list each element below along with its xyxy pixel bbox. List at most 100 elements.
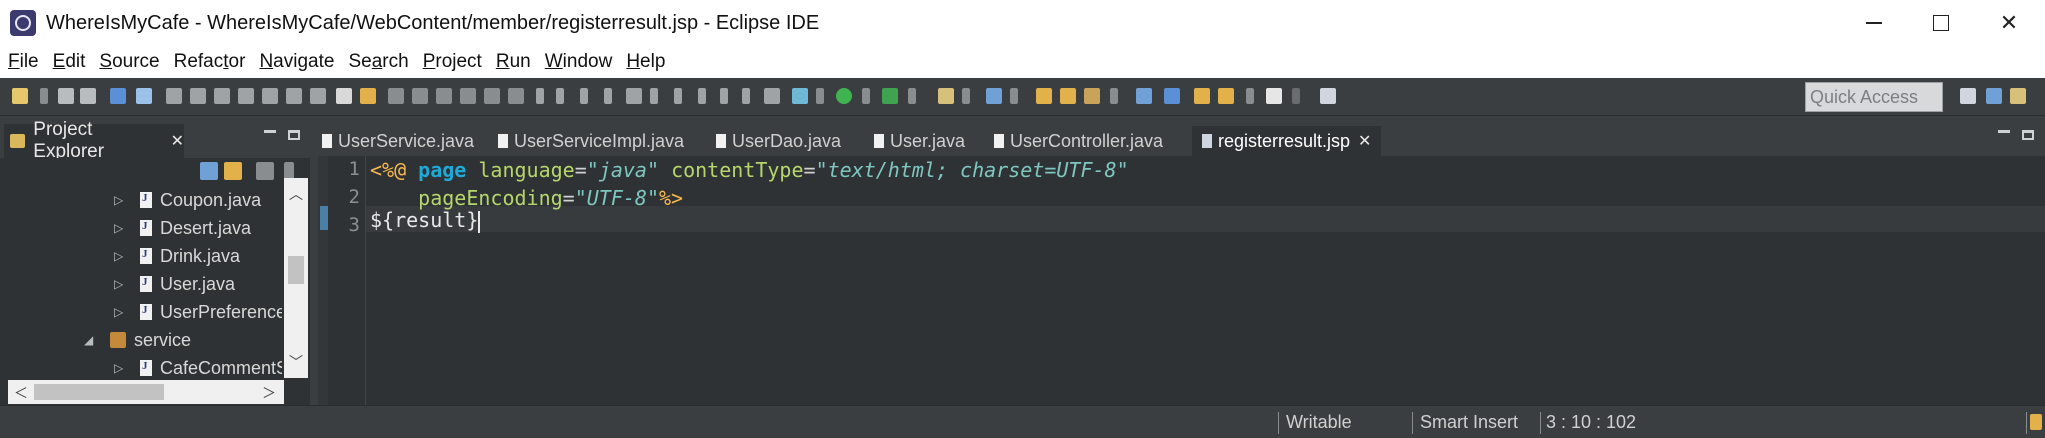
marker-icon-10[interactable]: [742, 88, 750, 104]
step-into-icon[interactable]: [262, 88, 278, 104]
tab-user-java[interactable]: User.java: [874, 126, 965, 156]
resume-icon[interactable]: [166, 88, 182, 104]
explorer-vertical-scrollbar[interactable]: ︿ ﹀: [284, 178, 308, 378]
expand-arrow-icon[interactable]: ▷: [114, 361, 128, 375]
expand-arrow-icon[interactable]: ▷: [114, 305, 128, 319]
scroll-up-icon[interactable]: ︿: [289, 184, 303, 204]
tree-item[interactable]: ▷ CafeCommentSe: [114, 354, 282, 376]
scroll-down-icon[interactable]: ﹀: [289, 352, 303, 372]
terminate-icon[interactable]: [214, 88, 230, 104]
menu-search[interactable]: Search: [348, 51, 408, 73]
menu-project[interactable]: Project: [423, 51, 482, 73]
external-tools-icon[interactable]: [882, 88, 898, 104]
tree-item[interactable]: ◢ service: [84, 326, 191, 354]
layout-icon-6[interactable]: [508, 88, 524, 104]
open-folder-icon[interactable]: [1036, 88, 1052, 104]
open-perspective-icon[interactable]: [1960, 88, 1976, 104]
open-type-icon[interactable]: [360, 88, 376, 104]
scroll-thumb[interactable]: [288, 256, 304, 284]
server-dropdown-icon[interactable]: [962, 88, 970, 104]
tree-item[interactable]: ▷ User.java: [114, 270, 235, 298]
tab-usercontroller-java[interactable]: UserController.java: [994, 126, 1163, 156]
tab-userservice-java[interactable]: UserService.java: [322, 126, 474, 156]
filter-icon[interactable]: [256, 162, 274, 180]
marker-icon-4[interactable]: [604, 88, 612, 104]
explorer-horizontal-scrollbar[interactable]: ＜ ＞: [8, 380, 284, 404]
new-web-icon[interactable]: [986, 88, 1002, 104]
menu-file[interactable]: File: [8, 51, 39, 73]
disconnect-icon[interactable]: [238, 88, 254, 104]
terminal-icon[interactable]: [110, 88, 126, 104]
code-editor[interactable]: <%@ page language="java" contentType="te…: [366, 156, 2045, 405]
expand-arrow-icon[interactable]: ▷: [114, 193, 128, 207]
collapse-arrow-icon[interactable]: ◢: [84, 333, 98, 347]
layout-icon-5[interactable]: [484, 88, 500, 104]
brush-icon[interactable]: [1084, 88, 1100, 104]
back-dropdown-icon[interactable]: [1246, 88, 1254, 104]
collapse-all-icon[interactable]: [200, 162, 218, 180]
debug-dropdown-icon[interactable]: [816, 88, 824, 104]
save-icon[interactable]: [58, 88, 74, 104]
marker-icon-1[interactable]: [536, 88, 544, 104]
tab-close-icon[interactable]: ✕: [1358, 131, 1371, 151]
tree-item[interactable]: ▷ Desert.java: [114, 214, 251, 242]
close-button[interactable]: ✕: [1974, 0, 2044, 46]
globe-icon[interactable]: [1136, 88, 1152, 104]
java-ee-perspective-icon[interactable]: [1986, 88, 2002, 104]
marker-icon-3[interactable]: [580, 88, 588, 104]
previous-annotation-icon[interactable]: [1194, 88, 1210, 104]
tab-userserviceimpl-java[interactable]: UserServiceImpl.java: [498, 126, 684, 156]
menu-navigate[interactable]: Navigate: [259, 51, 334, 73]
java-perspective-icon[interactable]: [2010, 88, 2026, 104]
marker-icon-7[interactable]: [674, 88, 682, 104]
explorer-minimize-icon[interactable]: [264, 130, 276, 133]
step-return-icon[interactable]: [310, 88, 326, 104]
back-icon[interactable]: [1218, 88, 1234, 104]
layout-icon-4[interactable]: [460, 88, 476, 104]
new-server-icon[interactable]: [938, 88, 954, 104]
layout-icon-1[interactable]: [388, 88, 404, 104]
skip-breakpoints-icon[interactable]: [136, 88, 152, 104]
scroll-right-icon[interactable]: ＞: [262, 383, 276, 403]
menu-source[interactable]: Source: [99, 51, 159, 73]
marker-icon-8[interactable]: [698, 88, 706, 104]
new-dropdown-icon[interactable]: [40, 88, 48, 104]
run-dropdown-icon[interactable]: [862, 88, 870, 104]
menu-edit[interactable]: Edit: [53, 51, 86, 73]
minimize-button[interactable]: [1839, 0, 1909, 46]
editor-maximize-icon[interactable]: [2022, 130, 2034, 140]
expand-arrow-icon[interactable]: ▷: [114, 221, 128, 235]
menu-window[interactable]: Window: [545, 51, 613, 73]
insert-mode-status[interactable]: Smart Insert: [1420, 412, 1518, 433]
menu-help[interactable]: Help: [626, 51, 665, 73]
suspend-icon[interactable]: [190, 88, 206, 104]
layout-icon-2[interactable]: [412, 88, 428, 104]
tab-userdao-java[interactable]: UserDao.java: [716, 126, 841, 156]
scroll-thumb[interactable]: [34, 384, 164, 400]
link-with-editor-icon[interactable]: [224, 162, 242, 180]
marker-icon-2[interactable]: [556, 88, 564, 104]
marker-icon-11[interactable]: [764, 88, 780, 104]
open-project-icon[interactable]: [1060, 88, 1076, 104]
menu-refactor[interactable]: Refactor: [174, 51, 246, 73]
marker-icon-5[interactable]: [626, 88, 642, 104]
outline-icon[interactable]: [336, 88, 352, 104]
debug-icon[interactable]: [792, 88, 808, 104]
step-over-icon[interactable]: [286, 88, 302, 104]
tab-registerresult-jsp[interactable]: registerresult.jsp ✕: [1192, 126, 1382, 156]
external-tools-dropdown-icon[interactable]: [908, 88, 916, 104]
save-all-icon[interactable]: [80, 88, 96, 104]
expand-arrow-icon[interactable]: ▷: [114, 277, 128, 291]
explorer-maximize-icon[interactable]: [288, 130, 300, 140]
pin-editor-icon[interactable]: [1320, 88, 1336, 104]
tree-item[interactable]: ▷ Coupon.java: [114, 186, 261, 214]
forward-dropdown-icon[interactable]: [1292, 88, 1300, 104]
tree-item[interactable]: ▷ Drink.java: [114, 242, 240, 270]
notification-icon[interactable]: [2030, 414, 2042, 430]
tab-project-explorer[interactable]: Project Explorer ✕: [4, 119, 184, 162]
run-icon[interactable]: [836, 88, 852, 104]
forward-icon[interactable]: [1266, 88, 1282, 104]
new-icon[interactable]: [12, 88, 28, 104]
explorer-close-icon[interactable]: ✕: [171, 131, 184, 151]
marker-icon-9[interactable]: [720, 88, 728, 104]
